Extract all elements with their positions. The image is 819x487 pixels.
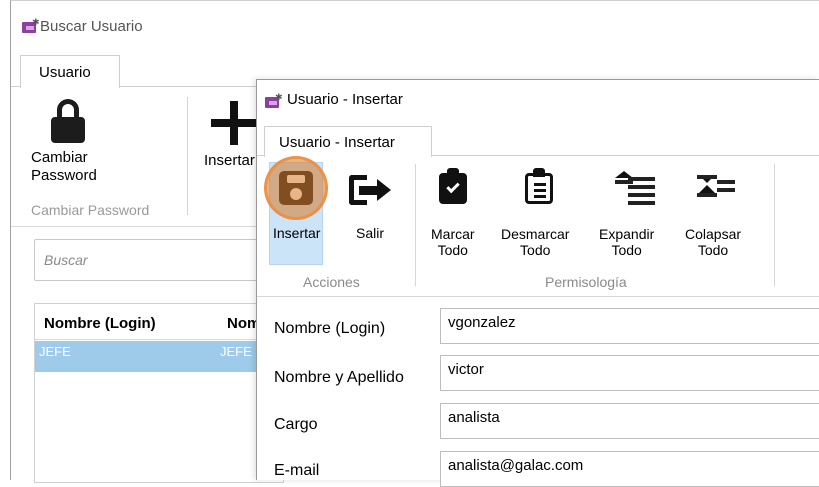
column-header-nombre-login[interactable]: Nombre (Login) bbox=[44, 315, 156, 332]
email-field[interactable]: analista@galac.com bbox=[440, 451, 819, 487]
window-title: Buscar Usuario bbox=[40, 18, 143, 35]
ribbon-separator bbox=[187, 97, 188, 215]
dialog-tab-strip: Usuario - Insertar bbox=[257, 120, 819, 157]
insertar-label: Insertar bbox=[204, 152, 255, 169]
nombre-apellido-field[interactable]: victor bbox=[440, 355, 819, 391]
cargo-field[interactable]: analista bbox=[440, 403, 819, 439]
app-icon: ✱ bbox=[22, 17, 40, 34]
dialog-ribbon: Insertar Salir Acciones Marcar Todo Desm… bbox=[257, 156, 819, 297]
ribbon-separator bbox=[774, 164, 775, 286]
nombre-login-field[interactable]: vgonzalez bbox=[440, 308, 819, 344]
usuario-insertar-dialog: ✱ Usuario - Insertar Usuario - Insertar … bbox=[256, 79, 819, 487]
exit-icon bbox=[349, 175, 393, 205]
label-nombre-login: Nombre (Login) bbox=[274, 320, 386, 337]
tab-usuario[interactable]: Usuario bbox=[20, 55, 120, 88]
desmarcar-todo-label: Desmarcar Todo bbox=[501, 226, 570, 258]
app-icon: ✱ bbox=[265, 92, 283, 109]
group-label-permisologia: Permisología bbox=[545, 274, 627, 290]
expandir-todo-label: Expandir Todo bbox=[599, 226, 655, 258]
plus-icon bbox=[211, 101, 257, 145]
table-header: Nombre (Login) Nom bbox=[35, 304, 283, 340]
clipboard-list-icon bbox=[525, 168, 553, 204]
search-placeholder: Buscar bbox=[44, 252, 88, 268]
table-cell-nombre: JEFE bbox=[220, 344, 252, 359]
collapse-list-icon bbox=[697, 171, 737, 205]
table-cell-login: JEFE bbox=[39, 344, 71, 359]
insertar-label: Insertar bbox=[273, 225, 321, 241]
group-label-cambiar-password: Cambiar Password bbox=[31, 202, 150, 218]
users-table: Nombre (Login) Nom JEFE JEFE bbox=[34, 303, 284, 483]
label-nombre-apellido: Nombre y Apellido bbox=[274, 369, 404, 386]
label-cargo: Cargo bbox=[274, 416, 318, 433]
cambiar-password-label: Cambiar Password bbox=[31, 149, 97, 184]
lock-icon bbox=[51, 99, 85, 143]
tab-usuario-insertar[interactable]: Usuario - Insertar bbox=[264, 126, 432, 157]
clipboard-check-icon bbox=[439, 168, 467, 204]
title-bar: ✱ Buscar Usuario bbox=[11, 1, 819, 47]
click-highlight bbox=[264, 156, 328, 220]
salir-label: Salir bbox=[356, 225, 385, 241]
colapsar-todo-label: Colapsar Todo bbox=[685, 226, 742, 258]
expand-list-icon bbox=[615, 171, 655, 205]
marcar-todo-label: Marcar Todo bbox=[431, 226, 475, 258]
ribbon-separator bbox=[415, 164, 416, 286]
label-email: E-mail bbox=[274, 462, 320, 479]
table-row[interactable]: JEFE JEFE bbox=[35, 341, 283, 372]
group-label-acciones: Acciones bbox=[303, 274, 360, 290]
dialog-title: Usuario - Insertar bbox=[287, 91, 403, 108]
search-input[interactable]: Buscar bbox=[34, 239, 274, 281]
